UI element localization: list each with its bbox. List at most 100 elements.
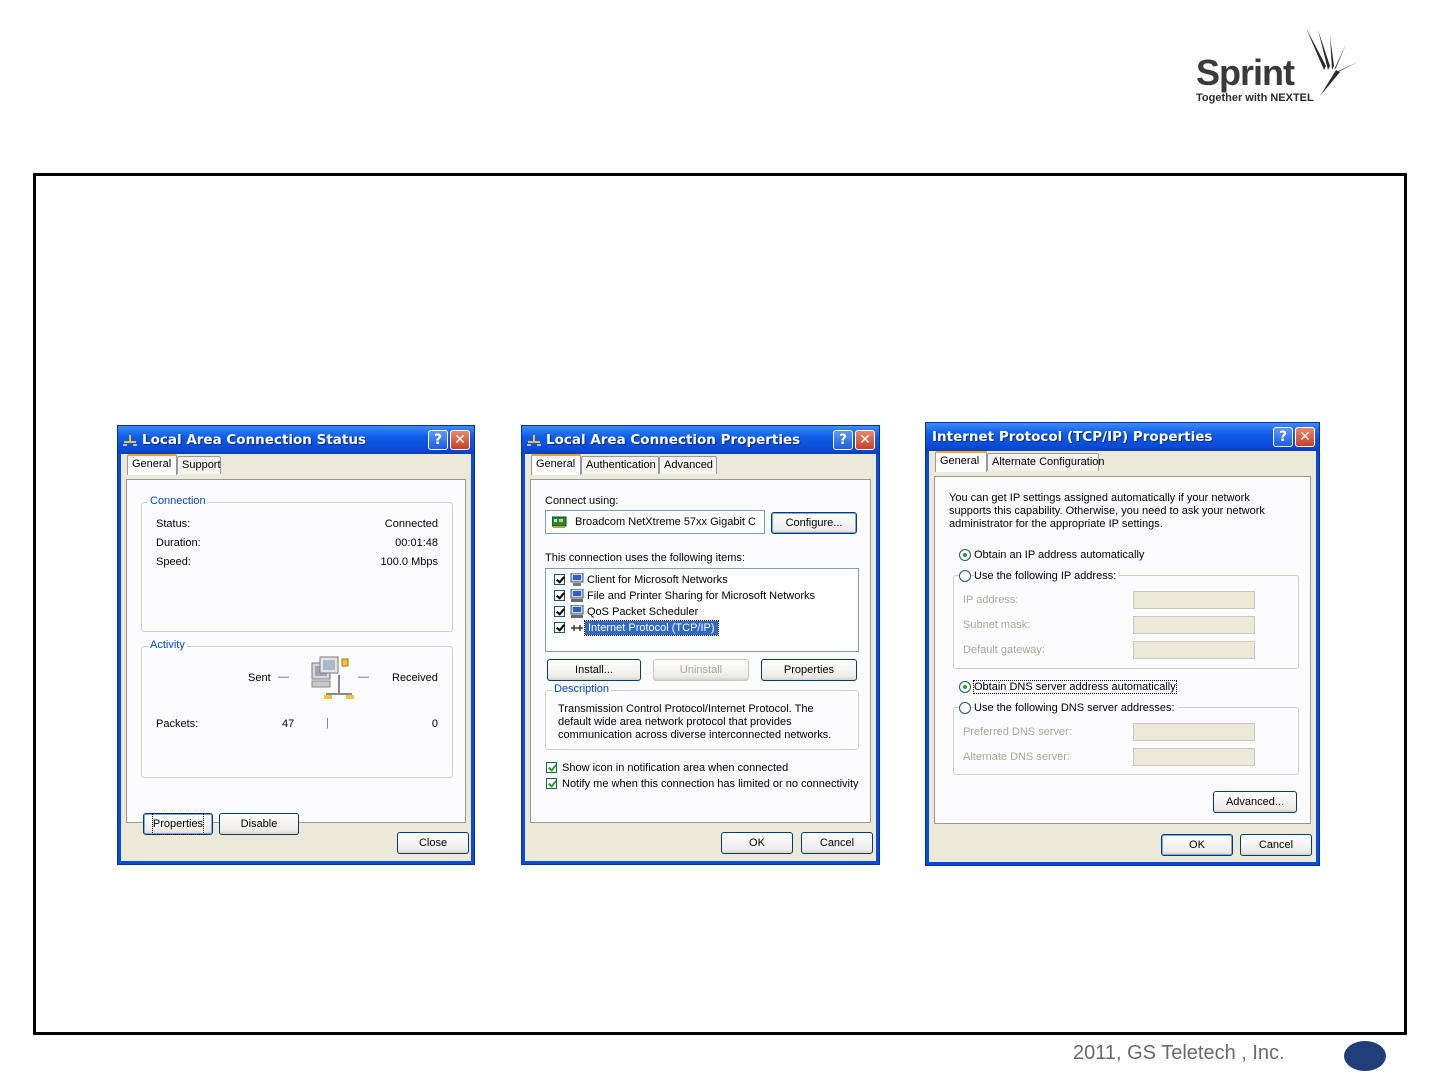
ip-address-label: IP address: [963,594,1019,606]
item-checkbox-tcpip[interactable] [554,622,565,633]
status-titlebar[interactable]: Local Area Connection Status ? ✕ [118,426,474,454]
properties-client: General Authentication Advanced Connect … [525,454,876,861]
network-card-icon [552,516,567,528]
components-list[interactable]: Client for Microsoft Networks File and P… [545,568,859,652]
uninstall-button[interactable]: Uninstall [653,659,749,681]
properties-titlebar[interactable]: Local Area Connection Properties ? ✕ [522,426,879,454]
file-sharing-icon [570,589,584,602]
status-window: Local Area Connection Status ? ✕ General… [117,425,475,865]
sent-label: Sent [248,672,271,684]
packets-sent-value: 47 [282,718,295,730]
obtain-ip-label[interactable]: Obtain an IP address automatically [974,549,1144,561]
description-group-title: Description [552,683,612,695]
obtain-ip-radio[interactable] [959,549,971,561]
install-button[interactable]: Install... [547,659,641,681]
close-window-button[interactable]: ✕ [1295,427,1315,447]
default-gateway-label: Default gateway: [963,644,1045,656]
received-label: Received [392,672,438,684]
preferred-dns-label: Preferred DNS server: [963,726,1072,738]
intro-text: You can get IP settings assigned automat… [949,492,1265,530]
advanced-button[interactable]: Advanced... [1213,791,1297,813]
packets-received-value: 0 [431,718,438,730]
protocol-icon [571,625,583,631]
duration-label: Duration: [156,537,201,549]
obtain-dns-label[interactable]: Obtain DNS server address automatically [973,680,1177,694]
footer-copyright: 2011, GS Teletech , Inc. [1073,1042,1285,1064]
window-title: Internet Protocol (TCP/IP) Properties [932,429,1213,445]
use-ip-radio[interactable] [959,570,971,582]
description-text: Transmission Control Protocol/Internet P… [558,703,832,741]
tab-general[interactable]: General [127,454,177,475]
tcpip-titlebar[interactable]: Internet Protocol (TCP/IP) Properties ? … [926,423,1319,451]
ip-address-field[interactable] [1133,591,1255,609]
show-icon-label[interactable]: Show icon in notification area when conn… [562,762,788,774]
alternate-dns-label: Alternate DNS server: [963,751,1070,763]
packets-label: Packets: [156,718,199,730]
activity-group-title: Activity [148,639,187,651]
general-panel: Connect using: Broadcom NetXtreme 57xx G… [530,479,871,823]
tab-support[interactable]: Support [177,456,221,474]
alternate-dns-field[interactable] [1133,748,1255,766]
show-icon-checkbox[interactable] [546,762,557,773]
item-checkbox-client[interactable] [554,574,565,585]
window-title: Local Area Connection Properties [546,432,801,448]
received-line: — [358,671,369,683]
ok-button[interactable]: OK [721,832,793,854]
general-panel: Connection Status: Connected Duration: 0… [126,479,466,835]
list-item-selected[interactable]: Internet Protocol (TCP/IP) [584,620,719,636]
tab-authentication[interactable]: Authentication [581,456,659,474]
close-button[interactable]: Close [397,832,469,854]
close-window-button[interactable]: ✕ [855,430,875,450]
properties-button[interactable]: Properties [143,813,213,835]
list-item[interactable]: QoS Packet Scheduler [587,606,698,618]
item-checkbox-qos[interactable] [554,606,565,617]
properties-window: Local Area Connection Properties ? ✕ Gen… [521,425,880,865]
packets-divider: | [326,717,329,729]
status-value: Connected [384,518,438,530]
notify-label[interactable]: Notify me when this connection has limit… [562,778,859,790]
speed-label: Speed: [156,556,191,568]
use-dns-radio[interactable] [959,702,971,714]
tab-advanced[interactable]: Advanced [659,456,717,474]
help-button[interactable]: ? [428,430,448,450]
connect-using-label: Connect using: [545,495,619,507]
sprint-logo: Sprint Together with NEXTEL [1192,26,1362,106]
configure-button[interactable]: Configure... [771,512,857,534]
duration-value: 00:01:48 [395,537,438,549]
cancel-button[interactable]: Cancel [1240,834,1312,856]
ok-button[interactable]: OK [1161,834,1233,856]
use-ip-label[interactable]: Use the following IP address: [974,570,1120,582]
cancel-button[interactable]: Cancel [801,832,873,854]
tab-alternate-configuration[interactable]: Alternate Configuration [987,453,1105,471]
close-window-button[interactable]: ✕ [450,430,470,450]
use-dns-label[interactable]: Use the following DNS server addresses: [974,702,1178,714]
item-checkbox-sharing[interactable] [554,590,565,601]
list-item[interactable]: File and Printer Sharing for Microsoft N… [587,590,815,602]
connection-group: Connection Status: Connected Duration: 0… [141,495,453,632]
window-title: Local Area Connection Status [142,432,367,448]
speed-value: 100.0 Mbps [380,556,438,568]
activity-group: Activity Sent — — Received Packets: 47 |… [141,639,453,778]
item-properties-button[interactable]: Properties [761,659,857,681]
subnet-mask-field[interactable] [1133,616,1255,634]
client-computer-icon [570,573,584,586]
help-button[interactable]: ? [1273,427,1293,447]
help-button[interactable]: ? [833,430,853,450]
qos-scheduler-icon [570,605,584,618]
default-gateway-field[interactable] [1133,641,1255,659]
network-connection-icon [123,435,137,446]
list-item[interactable]: Client for Microsoft Networks [587,574,728,586]
preferred-dns-field[interactable] [1133,723,1255,741]
tab-general[interactable]: General [531,454,581,475]
disable-button[interactable]: Disable [219,813,299,835]
logo-tagline: Together with NEXTEL [1196,92,1314,104]
status-client: General Support Connection Status: Conne… [121,454,471,861]
tcpip-window: Internet Protocol (TCP/IP) Properties ? … [925,422,1320,866]
logo-word: Sprint [1196,52,1295,93]
general-panel: You can get IP settings assigned automat… [934,476,1311,824]
page-number-badge [1344,1041,1386,1071]
tab-general[interactable]: General [935,451,987,472]
notify-checkbox[interactable] [546,778,557,789]
adapter-field: Broadcom NetXtreme 57xx Gigabit C [545,510,765,534]
obtain-dns-radio[interactable] [959,681,971,693]
